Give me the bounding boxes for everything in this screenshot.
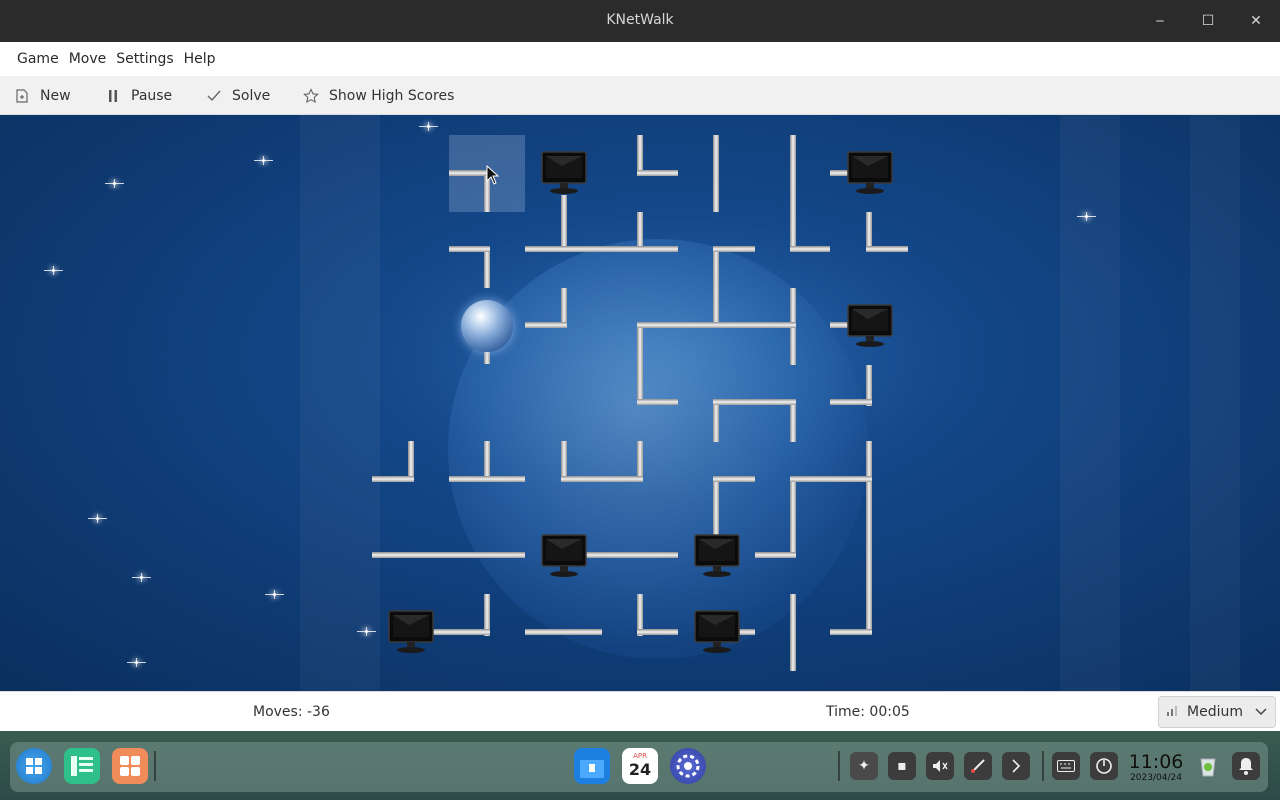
taskbar: APR 24 ✦ ▪ 11:06 2023/04/24 [0, 731, 1280, 800]
pipe-network [372, 135, 908, 671]
knetwalk-tray-icon[interactable]: ✦ [850, 752, 878, 780]
chevron-down-icon [1255, 704, 1267, 720]
difficulty-select[interactable]: Medium [1158, 696, 1276, 728]
new-game-icon [14, 88, 30, 104]
new-button-label: New [40, 87, 71, 104]
keyboard-icon[interactable] [1052, 752, 1080, 780]
pause-icon [105, 88, 121, 104]
monitor-icon [541, 151, 587, 194]
window-titlebar: KNetWalk ‒ ☐ ✕ [0, 0, 1280, 42]
maximize-button[interactable]: ☐ [1196, 10, 1220, 32]
minimize-button[interactable]: ‒ [1148, 10, 1172, 32]
difficulty-icon [1167, 704, 1177, 720]
tray-app-icon[interactable]: ▪ [888, 752, 916, 780]
monitor-icon [694, 610, 740, 653]
time-counter: Time: 00:05 [826, 704, 910, 720]
pause-button-label: Pause [131, 87, 173, 104]
solve-button[interactable]: Solve [206, 76, 270, 115]
file-manager-icon[interactable] [574, 748, 610, 784]
calendar-icon[interactable]: APR 24 [622, 748, 658, 784]
computer-node[interactable] [540, 150, 588, 196]
checkmark-icon [206, 88, 222, 104]
monitor-icon [847, 151, 893, 194]
taskbar-separator [1042, 751, 1044, 781]
mouse-cursor-icon [486, 165, 500, 185]
app-store-icon[interactable] [112, 748, 148, 784]
computer-node[interactable] [387, 609, 435, 655]
calendar-day: 24 [628, 760, 652, 779]
menu-settings[interactable]: Settings [111, 51, 178, 67]
computer-node[interactable] [846, 150, 894, 196]
monitor-icon [388, 610, 434, 653]
game-board[interactable] [0, 115, 1280, 691]
menu-game[interactable]: Game [12, 51, 64, 67]
pause-button[interactable]: Pause [105, 76, 172, 115]
network-icon[interactable] [964, 752, 992, 780]
computer-node[interactable] [846, 303, 894, 349]
computer-node[interactable] [693, 609, 741, 655]
menu-bar: Game Move Settings Help [0, 42, 1280, 76]
trash-icon[interactable] [1192, 750, 1224, 782]
new-button[interactable]: New [14, 76, 71, 115]
status-bar: Moves: -36 Time: 00:05 Medium [0, 691, 1280, 731]
menu-move[interactable]: Move [64, 51, 112, 67]
computer-node[interactable] [540, 533, 588, 579]
toolbar: New Pause Solve Show High Scores [0, 76, 1280, 115]
high-scores-button-label: Show High Scores [329, 87, 455, 104]
taskbar-separator [154, 751, 156, 781]
server-globe-node[interactable] [461, 300, 513, 352]
star-icon [303, 87, 319, 104]
high-scores-button[interactable]: Show High Scores [303, 76, 454, 115]
computer-node[interactable] [693, 533, 741, 579]
volume-muted-icon[interactable] [926, 752, 954, 780]
monitor-icon [847, 304, 893, 347]
clock-time[interactable]: 11:06 [1126, 751, 1186, 773]
settings-icon[interactable] [670, 748, 706, 784]
taskbar-separator [838, 751, 840, 781]
monitor-icon [541, 534, 587, 577]
multitask-view-icon[interactable] [64, 748, 100, 784]
calendar-month: APR [633, 752, 647, 760]
expand-tray-icon[interactable] [1002, 752, 1030, 780]
menu-help[interactable]: Help [179, 51, 221, 67]
launcher-icon[interactable] [16, 748, 52, 784]
notification-bell-icon[interactable] [1232, 752, 1260, 780]
clock-date: 2023/04/24 [1130, 773, 1182, 783]
moves-counter: Moves: -36 [253, 704, 330, 720]
difficulty-value: Medium [1187, 704, 1243, 720]
solve-button-label: Solve [232, 87, 271, 104]
power-icon[interactable] [1090, 752, 1118, 780]
monitor-icon [694, 534, 740, 577]
close-button[interactable]: ✕ [1244, 10, 1268, 32]
window-title: KNetWalk [606, 12, 674, 28]
